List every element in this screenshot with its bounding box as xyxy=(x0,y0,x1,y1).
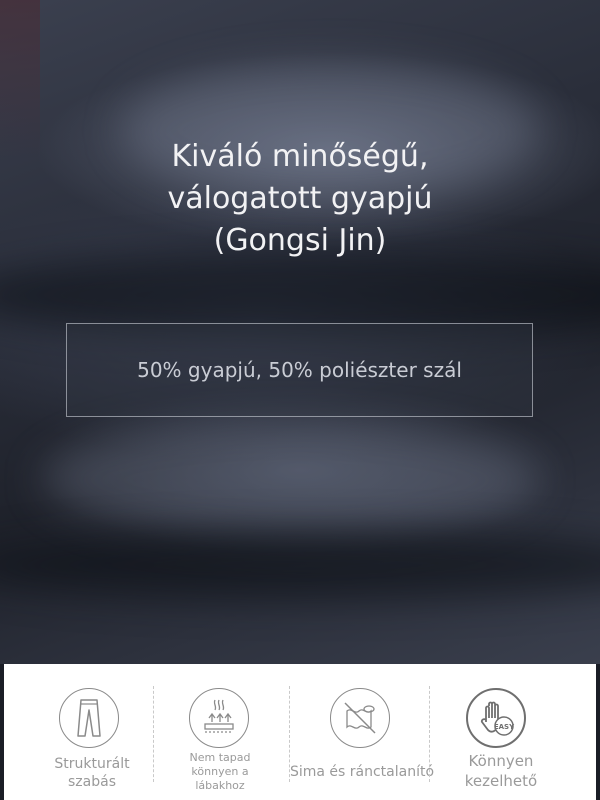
feature-label-line: Nem tapad xyxy=(189,751,251,764)
feature-anti-cling: Nem tapad könnyen a lábakhoz xyxy=(160,664,280,800)
composition-box: 50% gyapjú, 50% poliészter szál xyxy=(66,323,533,417)
feature-label-line: szabás xyxy=(68,774,116,790)
feature-label-line: lábakhoz xyxy=(195,779,245,792)
feature-label-line: könnyen a xyxy=(191,765,249,778)
feature-strip: Strukturált szabás Nem tapad könnyen a l… xyxy=(4,664,596,800)
feature-label: Könnyen kezelhető xyxy=(446,751,556,791)
product-detail-page: Kiváló minőségű, válogatott gyapjú (Gong… xyxy=(0,0,600,800)
trousers-icon xyxy=(59,688,119,748)
feature-label-line: Könnyen xyxy=(468,752,534,770)
easy-care-hand-icon: EASY xyxy=(466,688,526,748)
fabric-fold-shadow xyxy=(0,530,600,600)
feature-label-line: kezelhető xyxy=(464,772,538,790)
easy-badge-text: EASY xyxy=(494,723,515,731)
title-line: (Gongsi Jin) xyxy=(213,223,387,258)
feature-divider xyxy=(153,686,154,782)
anti-static-fabric-icon xyxy=(189,688,249,748)
feature-wrinkle-free: Sima és ránctalanító xyxy=(282,664,442,800)
feature-label-line: Strukturált xyxy=(54,756,130,772)
feature-label: Strukturált szabás xyxy=(32,755,152,791)
feature-label: Nem tapad könnyen a lábakhoz xyxy=(160,751,280,793)
page-title: Kiváló minőségű, válogatott gyapjú (Gong… xyxy=(0,136,600,262)
title-line: válogatott gyapjú xyxy=(167,181,433,216)
composition-text: 50% gyapjú, 50% poliészter szál xyxy=(137,358,462,382)
fabric-hero-image: Kiváló minőségű, válogatott gyapjú (Gong… xyxy=(0,0,600,664)
feature-label: Sima és ránctalanító xyxy=(282,763,442,781)
title-line: Kiváló minőségű, xyxy=(171,139,429,174)
feature-easy-care: EASY Könnyen kezelhető xyxy=(446,664,556,800)
fabric-highlight xyxy=(40,420,540,540)
feature-structured-cut: Strukturált szabás xyxy=(32,664,152,800)
feature-label-line: Sima és ránctalanító xyxy=(289,764,435,780)
no-wrinkle-icon xyxy=(330,688,390,748)
feature-divider xyxy=(429,686,430,782)
